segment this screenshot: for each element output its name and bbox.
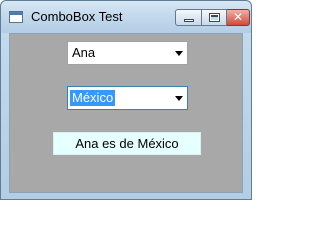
- app-icon: [9, 11, 23, 23]
- minimize-icon: [184, 19, 194, 22]
- name-combobox[interactable]: Ana: [67, 41, 188, 65]
- close-icon: ✕: [232, 10, 244, 24]
- title-bar[interactable]: ComboBox Test ✕: [1, 1, 251, 33]
- result-label: Ana es de México: [53, 132, 201, 155]
- name-combobox-value: Ana: [72, 45, 96, 60]
- country-combobox[interactable]: México: [67, 86, 188, 110]
- country-combobox-value: México: [70, 90, 116, 106]
- chevron-down-icon[interactable]: [175, 96, 183, 101]
- window-title: ComboBox Test: [31, 9, 123, 24]
- app-window: ComboBox Test ✕ Ana México Ana es de Méx…: [0, 0, 252, 200]
- minimize-button[interactable]: [175, 9, 202, 26]
- maximize-icon: [209, 13, 220, 22]
- client-area: Ana México Ana es de México: [9, 33, 243, 193]
- maximize-button[interactable]: [202, 9, 227, 26]
- chevron-down-icon[interactable]: [175, 51, 183, 56]
- close-button[interactable]: ✕: [227, 9, 250, 26]
